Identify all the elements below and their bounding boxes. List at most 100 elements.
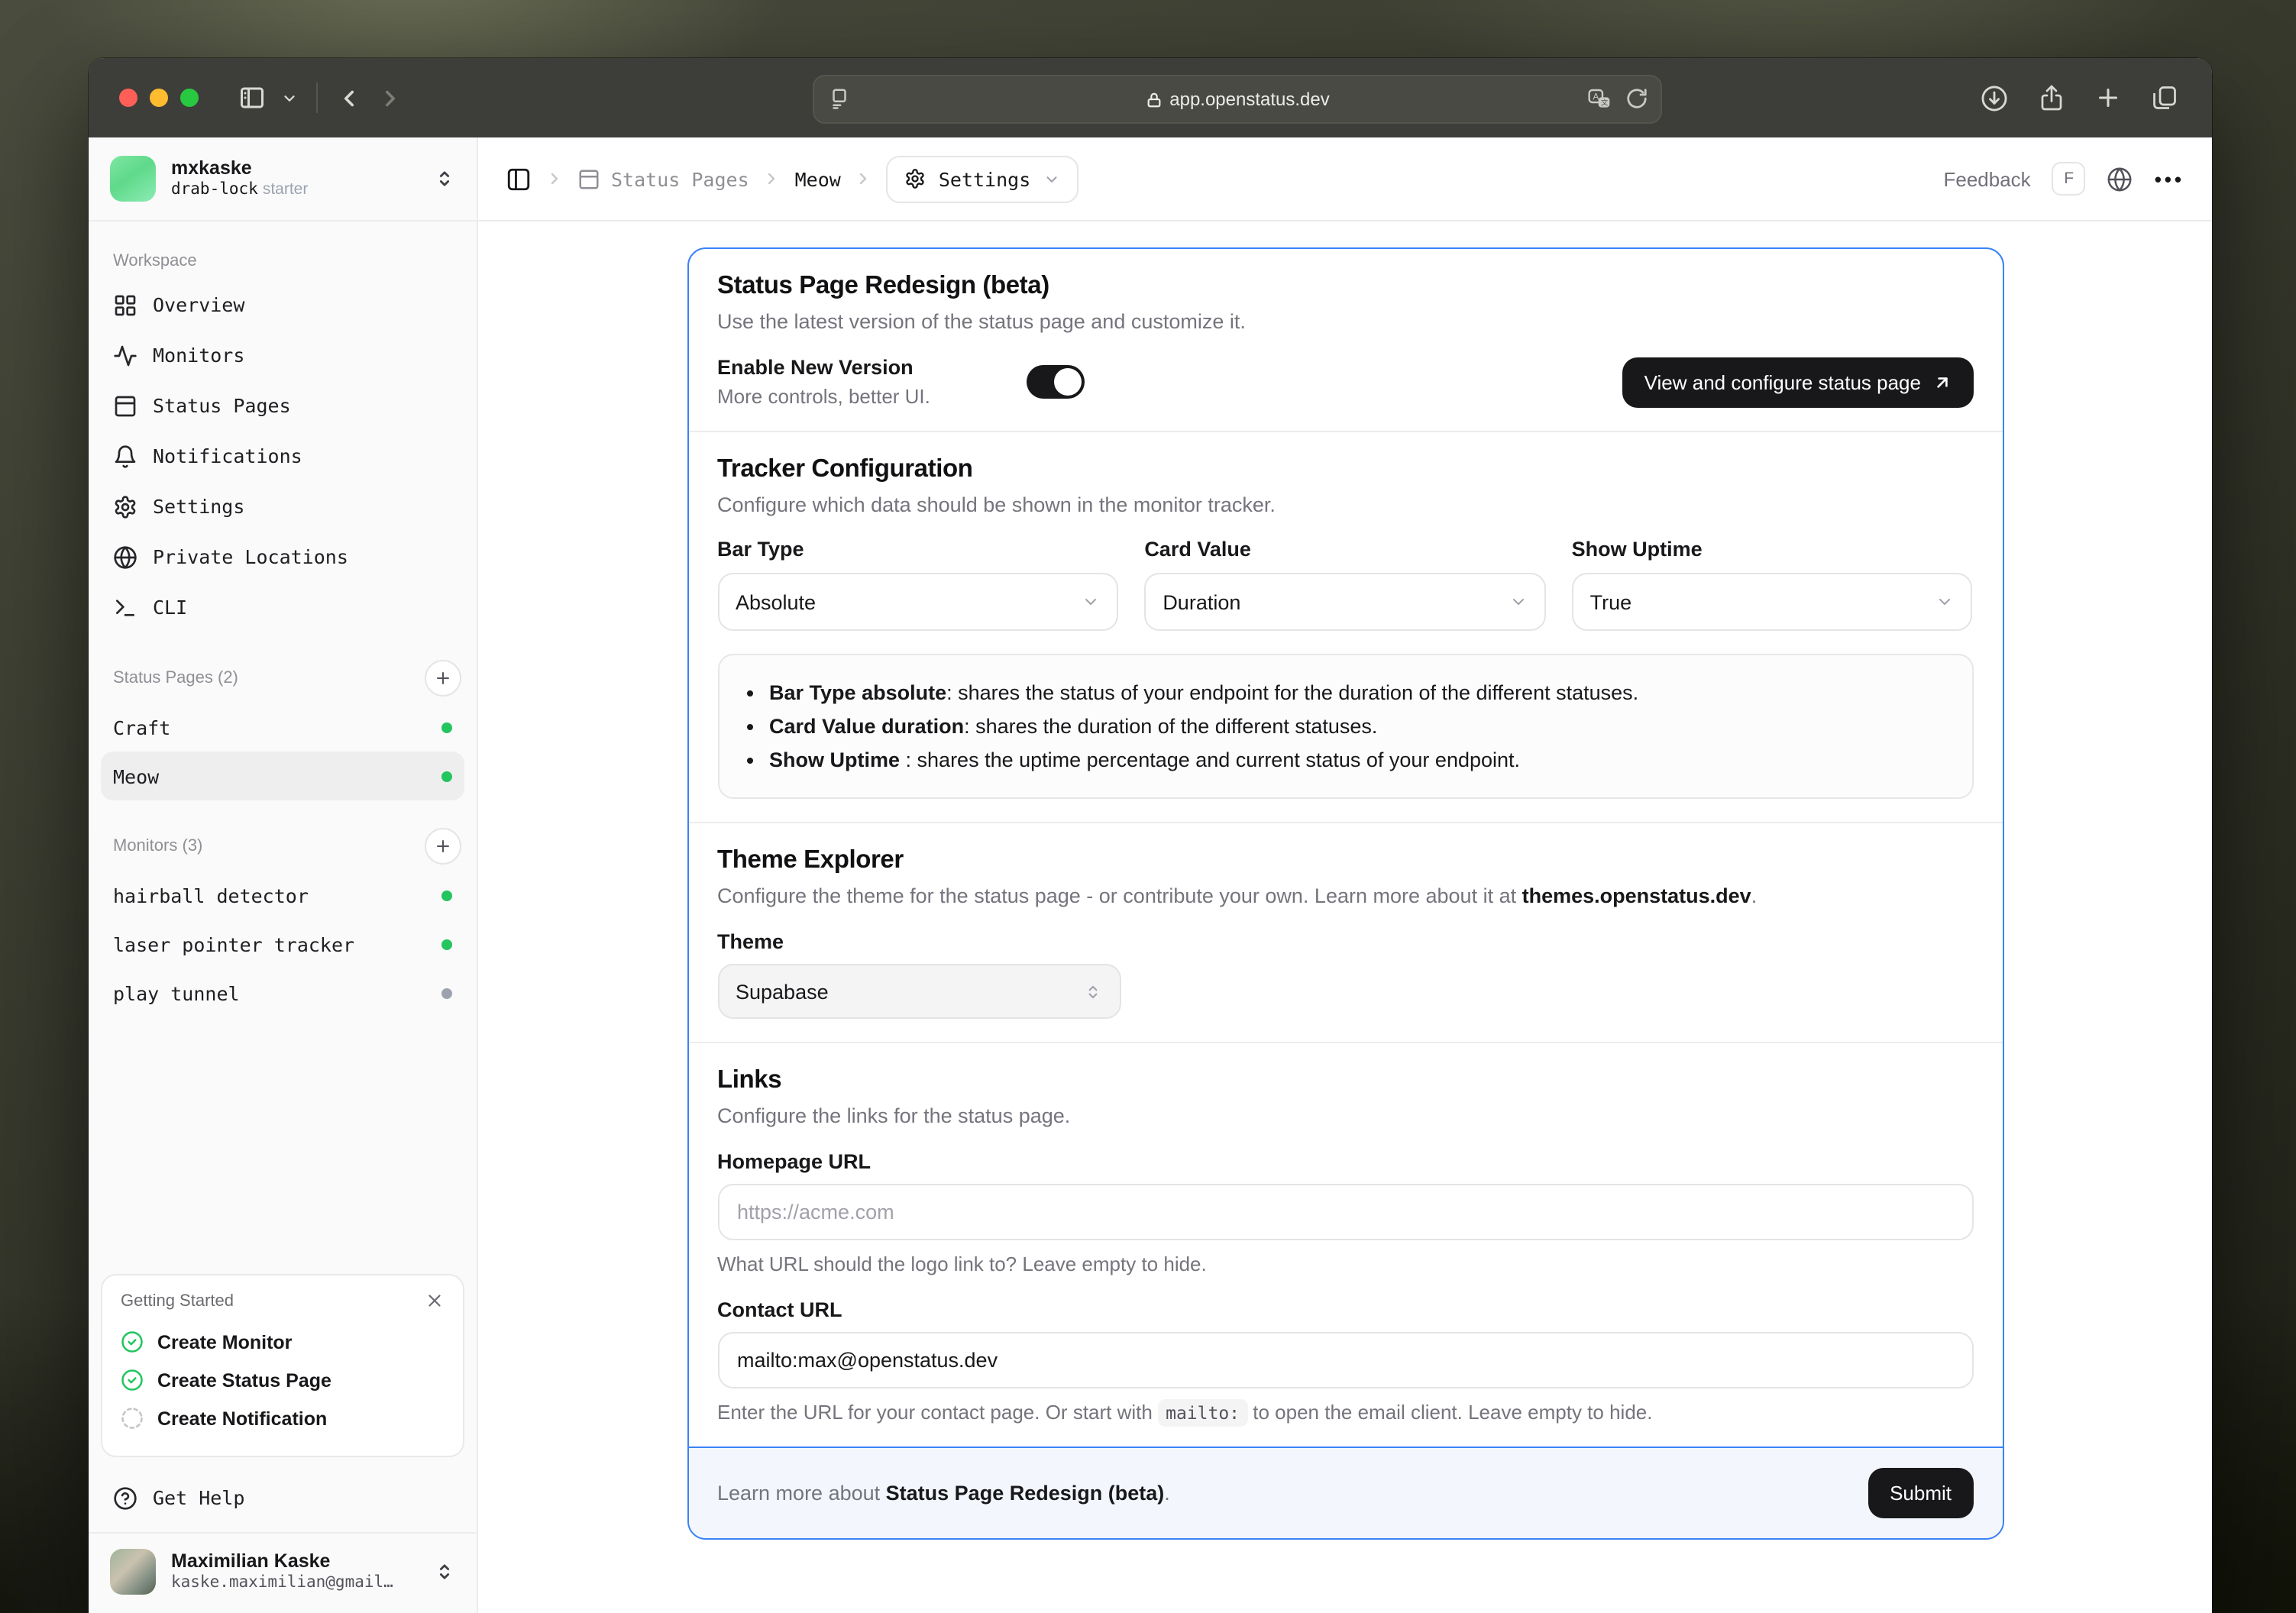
tracker-help-bullet: Card Value duration: shares the duration… <box>769 715 1947 738</box>
chevron-right-icon <box>545 170 564 188</box>
chevron-up-down-icon <box>1082 981 1102 1001</box>
globe-icon <box>113 545 137 569</box>
browser-sidebar-toggle-icon[interactable] <box>238 84 266 112</box>
add-status-page-button[interactable] <box>425 660 461 697</box>
chevron-up-down-icon <box>434 1561 455 1582</box>
workspace-tier: starter <box>262 180 309 199</box>
getting-started-item-create-notification[interactable]: Create Notification <box>121 1399 445 1437</box>
getting-started-title: Getting Started <box>121 1291 234 1310</box>
globe-icon[interactable] <box>2107 166 2133 192</box>
bar-type-label: Bar Type <box>717 538 804 561</box>
sidebar-item-overview[interactable]: Overview <box>101 280 464 330</box>
chevron-down-icon <box>1043 170 1059 187</box>
app-sidebar-toggle-icon[interactable] <box>506 166 532 192</box>
downloads-icon[interactable] <box>1980 83 2009 112</box>
breadcrumb-meow[interactable]: Meow <box>795 167 841 190</box>
getting-started-item-create-status-page[interactable]: Create Status Page <box>121 1361 445 1399</box>
bell-icon <box>113 444 137 468</box>
status-page-name: Craft <box>113 716 171 739</box>
zoom-window-button[interactable] <box>180 89 199 107</box>
translate-icon[interactable]: A文 <box>1587 87 1612 112</box>
sidebar-item-cli[interactable]: CLI <box>101 582 464 632</box>
monitor-item[interactable]: play tunnel <box>101 968 464 1017</box>
monitors-section-label: Monitors <box>113 837 178 855</box>
enable-new-version-toggle[interactable] <box>1026 365 1085 399</box>
status-dot-up <box>441 771 452 781</box>
minimize-window-button[interactable] <box>150 89 168 107</box>
gear-icon <box>113 494 137 519</box>
sidebar-item-notifications[interactable]: Notifications <box>101 431 464 481</box>
sidebar-item-monitors[interactable]: Monitors <box>101 330 464 380</box>
add-monitor-button[interactable] <box>425 828 461 865</box>
workspace-team: drab-lock <box>171 180 258 199</box>
show-uptime-select[interactable]: True <box>1571 573 1973 631</box>
user-menu[interactable]: Maximilian Kaske kaske.maximilian@gmail… <box>89 1532 477 1613</box>
settings-content: Status Page Redesign (beta) Use the late… <box>478 221 2212 1613</box>
tracker-help-bullet: Show Uptime : shares the uptime percenta… <box>769 748 1947 771</box>
close-icon[interactable] <box>425 1291 445 1311</box>
address-bar[interactable]: app.openstatus.dev A文 <box>813 75 1662 124</box>
themes-link[interactable]: themes.openstatus.dev <box>1522 884 1751 907</box>
settings-dropdown[interactable]: Settings <box>886 155 1078 202</box>
view-configure-status-page-button[interactable]: View and configure status page <box>1622 357 1973 407</box>
tracker-help-bullet: Bar Type absolute: shares the status of … <box>769 681 1947 704</box>
getting-started-label: Create Notification <box>157 1408 328 1429</box>
svg-text:文: 文 <box>1601 99 1608 107</box>
back-button[interactable] <box>336 85 362 111</box>
mailto-code-chip: mailto: <box>1158 1399 1248 1427</box>
check-circle-icon <box>121 1330 144 1353</box>
check-circle-icon <box>121 1369 144 1392</box>
forward-button[interactable] <box>377 85 403 111</box>
card-value-label: Card Value <box>1144 538 1251 561</box>
terminal-icon <box>113 595 137 619</box>
share-icon[interactable] <box>2038 84 2065 112</box>
window-controls <box>119 89 199 107</box>
reload-icon[interactable] <box>1625 87 1648 112</box>
getting-started-label: Create Monitor <box>157 1331 293 1353</box>
feedback-link[interactable]: Feedback <box>1944 167 2031 190</box>
sidebar-item-label: Private Locations <box>153 545 348 568</box>
page-settings-icon[interactable] <box>828 87 851 110</box>
submit-button[interactable]: Submit <box>1868 1468 1973 1518</box>
section-title: Theme Explorer <box>717 846 904 874</box>
monitor-item[interactable]: hairball detector <box>101 871 464 920</box>
section-description: Configure which data should be shown in … <box>717 493 1276 516</box>
footer-note: Learn more about Status Page Redesign (b… <box>717 1482 1170 1505</box>
homepage-url-input[interactable] <box>717 1184 1973 1240</box>
theme-select[interactable]: Supabase <box>717 964 1121 1019</box>
breadcrumb-status-pages[interactable]: Status Pages <box>577 167 749 190</box>
section-title: Tracker Configuration <box>717 455 973 483</box>
sidebar-item-label: Overview <box>153 293 245 316</box>
sidebar-item-settings[interactable]: Settings <box>101 481 464 532</box>
sidebar-item-label: Notifications <box>153 444 302 467</box>
sidebar-item-status-pages[interactable]: Status Pages <box>101 380 464 431</box>
getting-started-item-create-monitor[interactable]: Create Monitor <box>121 1323 445 1361</box>
section-title: Status Page Redesign (beta) <box>717 272 1049 299</box>
section-description: Configure the theme for the status page … <box>717 884 1758 907</box>
help-circle-icon <box>113 1485 137 1510</box>
status-page-settings-form: Status Page Redesign (beta) Use the late… <box>687 247 2003 1540</box>
monitor-name: play tunnel <box>113 981 240 1004</box>
monitor-item[interactable]: laser pointer tracker <box>101 920 464 968</box>
card-value-select[interactable]: Duration <box>1144 573 1546 631</box>
contact-url-helper: Enter the URL for your contact page. Or … <box>717 1399 1973 1427</box>
new-tab-icon[interactable] <box>2094 84 2122 112</box>
sidebar-item-get-help[interactable]: Get Help <box>101 1472 464 1523</box>
contact-url-input[interactable] <box>717 1332 1973 1388</box>
more-options-button[interactable]: ••• <box>2155 167 2184 190</box>
workspace-name: mxkaske <box>171 157 252 179</box>
status-page-item-meow[interactable]: Meow <box>101 752 464 800</box>
status-page-item-craft[interactable]: Craft <box>101 703 464 752</box>
toolbar-divider <box>316 82 318 113</box>
sidebar-item-label: Settings <box>153 495 245 518</box>
sidebar-chevron-down-icon[interactable] <box>281 89 298 106</box>
workspace-section-label: Workspace <box>113 252 197 270</box>
bar-type-select[interactable]: Absolute <box>717 573 1119 631</box>
status-pages-count: (2) <box>218 669 238 687</box>
sidebar-item-label: Monitors <box>153 344 245 367</box>
workspace-switcher[interactable]: mxkaske drab-lock starter <box>89 137 477 221</box>
tab-overview-icon[interactable] <box>2151 84 2178 112</box>
desktop: app.openstatus.dev A文 mxkaske drab-lock … <box>0 0 2296 1613</box>
close-window-button[interactable] <box>119 89 137 107</box>
sidebar-item-private-locations[interactable]: Private Locations <box>101 532 464 582</box>
